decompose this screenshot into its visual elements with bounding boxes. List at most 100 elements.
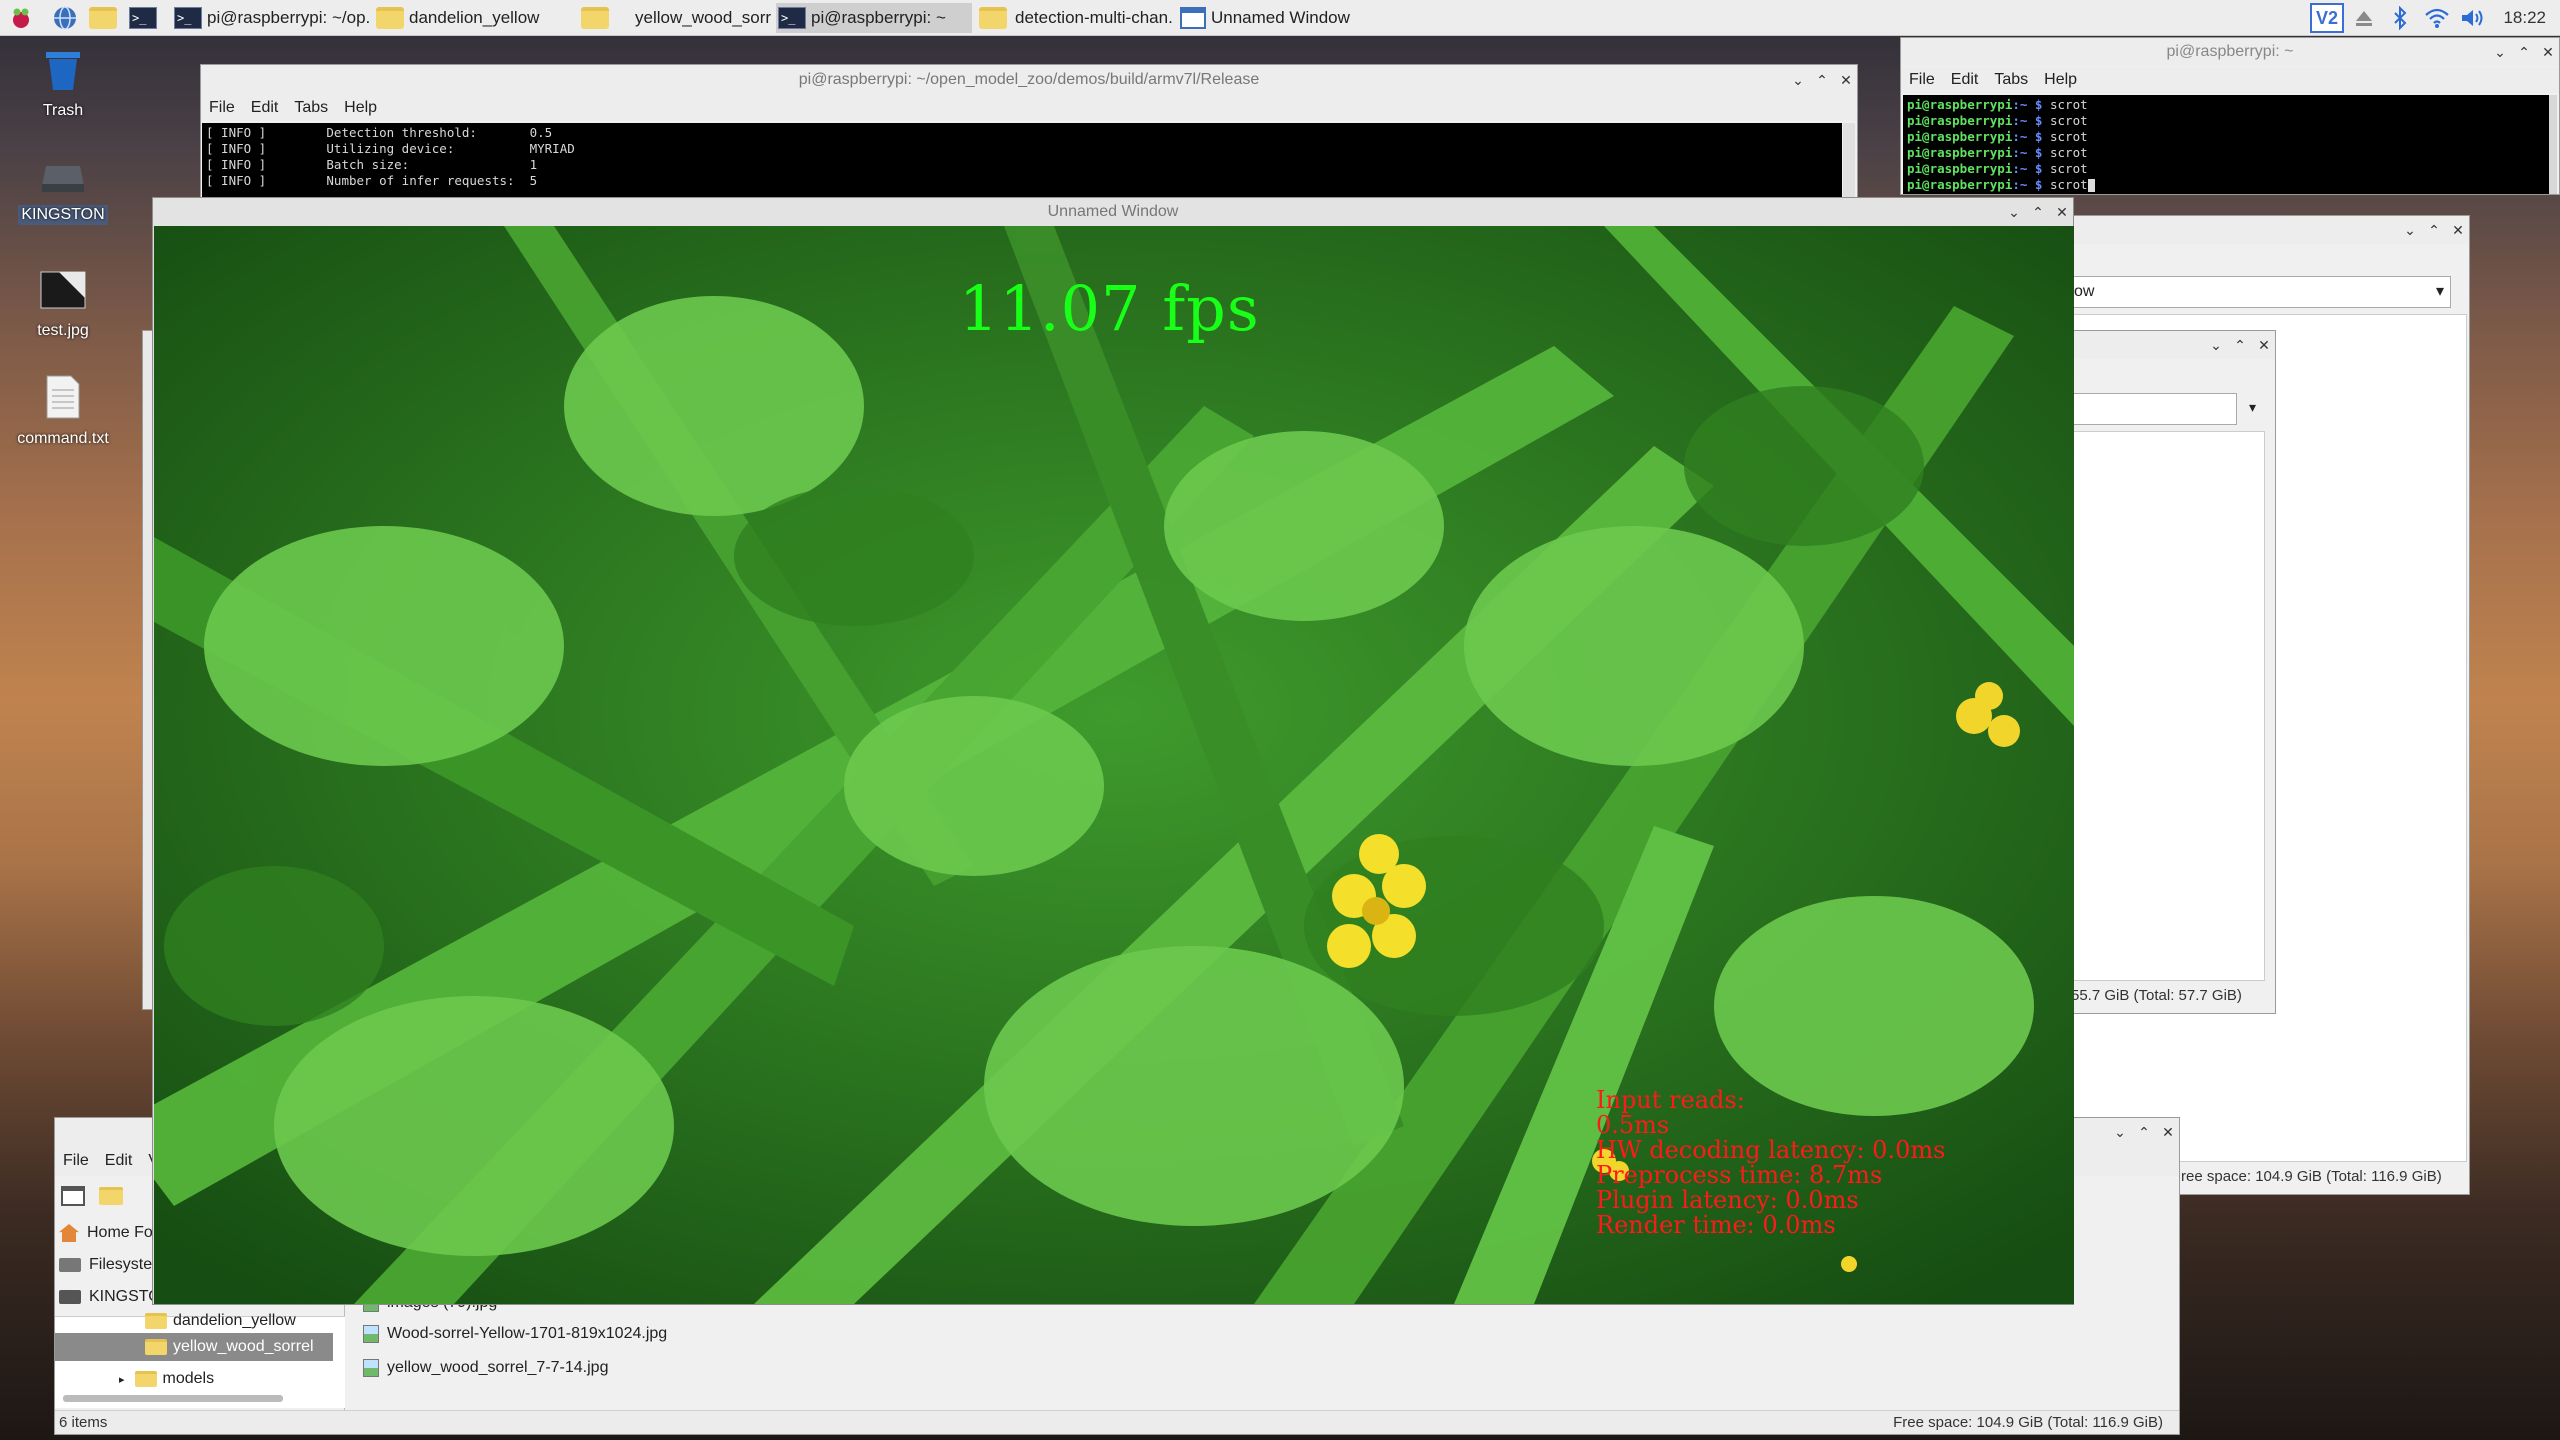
maximize-button[interactable]: ⌃ (2427, 216, 2441, 244)
sidebar-item-filesystem[interactable]: Filesyste (59, 1250, 152, 1280)
image-file-icon (40, 271, 86, 309)
minimize-button[interactable]: ⌄ (2493, 38, 2507, 66)
menu-tabs[interactable]: Tabs (1994, 71, 2028, 89)
tree-item-yellow-wood-sorrel[interactable]: yellow_wood_sorrel (145, 1333, 314, 1361)
menu-edit[interactable]: Edit (1951, 71, 1979, 89)
folder-tree[interactable]: dandelion_yellow yellow_wood_sorrel ▸ mod… (55, 1312, 345, 1408)
new-window-icon[interactable] (61, 1186, 85, 1206)
terminal-line: [ INFO ] Utilizing device: MYRIAD (206, 141, 575, 156)
window-titlebar[interactable]: pi@raspberrypi: ~/open_model_zoo/demos/b… (201, 65, 1857, 95)
menu-edit[interactable]: Edit (105, 1152, 133, 1170)
video-window[interactable]: Unnamed Window ⌄ ⌃ ✕ 11.07 fps Input rea… (152, 197, 2074, 1305)
window-titlebar[interactable]: ⌄ ⌃ ✕ (2031, 216, 2469, 244)
fps-counter: 11.07 fps (959, 272, 1260, 345)
minimize-button[interactable]: ⌄ (1791, 65, 1805, 95)
expand-arrow-icon[interactable]: ▸ (119, 1373, 125, 1386)
minimize-button[interactable]: ⌄ (2007, 198, 2021, 226)
metric-line: Preprocess time: 8.7ms (1596, 1161, 1883, 1189)
minimize-button[interactable]: ⌄ (2209, 331, 2223, 359)
desktop-icon-command-txt[interactable]: command.txt (8, 374, 118, 449)
terminal-line: pi@raspberrypi:~ $ scrot (1907, 177, 2547, 193)
terminal-line: pi@raspberrypi:~ $ scrot (1907, 97, 2088, 112)
video-frame: 11.07 fps Input reads: 0.5ms HW decoding… (154, 226, 2074, 1304)
terminal-line: pi@raspberrypi:~ $ scrot (1907, 145, 2088, 160)
wifi-icon[interactable] (2422, 3, 2452, 33)
performance-metrics: Input reads: 0.5ms HW decoding latency: … (1596, 1088, 1945, 1238)
maximize-button[interactable]: ⌃ (2517, 38, 2531, 66)
close-button[interactable]: ✕ (2055, 198, 2069, 226)
close-button[interactable]: ✕ (2257, 331, 2271, 359)
file-item-yellow-wood-sorrel[interactable]: yellow_wood_sorrel_7-7-14.jpg (363, 1352, 608, 1384)
sidebar-item-home[interactable]: Home Fo (59, 1218, 153, 1248)
menu-file[interactable]: File (63, 1152, 89, 1170)
window-titlebar[interactable]: Unnamed Window ⌄ ⌃ ✕ (153, 198, 2073, 226)
taskbar: >_ >_ pi@raspberrypi: ~/op... dandelion_… (0, 0, 2560, 36)
file-manager-icon[interactable] (88, 3, 118, 33)
task-dandelion-yellow[interactable]: dandelion_yellow (374, 3, 570, 33)
menu-tabs[interactable]: Tabs (294, 99, 328, 117)
scrollbar[interactable] (2549, 95, 2557, 194)
usb-drive-icon (59, 1290, 81, 1304)
close-button[interactable]: ✕ (1839, 65, 1853, 95)
task-terminal-home[interactable]: >_ pi@raspberrypi: ~ (776, 3, 972, 33)
image-file-icon (363, 1325, 379, 1343)
maximize-button[interactable]: ⌃ (2031, 198, 2045, 226)
chevron-down-icon[interactable]: ▾ (2436, 277, 2444, 307)
task-terminal-release[interactable]: >_ pi@raspberrypi: ~/op... (172, 3, 370, 33)
statusbar: 6 items Free space: 104.9 GiB (Total: 11… (55, 1410, 2179, 1434)
metric-line: 0.5ms (1596, 1111, 1670, 1139)
close-button[interactable]: ✕ (2541, 38, 2555, 66)
free-space-status: ree space: 104.9 GiB (Total: 116.9 GiB) (2181, 1168, 2442, 1185)
sidebar-item-kingston[interactable]: KINGSTO (59, 1282, 161, 1312)
tree-item-models[interactable]: ▸ models (119, 1365, 214, 1393)
close-button[interactable]: ✕ (2451, 216, 2465, 244)
new-folder-icon[interactable] (99, 1187, 123, 1205)
window-icon (1180, 7, 1206, 29)
trash-icon (46, 52, 80, 90)
terminal-cursor (2087, 179, 2095, 192)
free-space-status: 55.7 GiB (Total: 57.7 GiB) (2071, 987, 2242, 1004)
window-titlebar[interactable]: pi@raspberrypi: ~ ⌄ ⌃ ✕ (1901, 38, 2559, 66)
desktop-icon-test-jpg[interactable]: test.jpg (8, 268, 118, 341)
clock[interactable]: 18:22 (2503, 8, 2546, 28)
terminal-icon: >_ (174, 7, 202, 29)
image-file-icon (363, 1359, 379, 1377)
terminal-output[interactable]: pi@raspberrypi:~ $ scrot pi@raspberrypi:… (1903, 95, 2551, 194)
task-detection-multi-channel[interactable]: detection-multi-chan... (977, 3, 1173, 33)
menu-edit[interactable]: Edit (251, 99, 279, 117)
terminal-icon: >_ (778, 7, 806, 29)
toolbar (61, 1180, 129, 1212)
task-yellow-wood-sorrel[interactable]: yellow_wood_sorrel (575, 3, 771, 33)
home-icon (59, 1224, 79, 1242)
browser-icon[interactable] (50, 3, 80, 33)
desktop-icon-trash[interactable]: Trash (8, 46, 118, 121)
menu-help[interactable]: Help (2044, 71, 2077, 89)
bluetooth-icon[interactable] (2386, 3, 2414, 33)
file-item-wood-sorrel-yellow[interactable]: Wood-sorrel-Yellow-1701-819x1024.jpg (363, 1318, 667, 1350)
maximize-button[interactable]: ⌃ (1815, 65, 1829, 95)
terminal-line: [ INFO ] Detection threshold: 0.5 (206, 125, 553, 140)
terminal-line: [ INFO ] Number of infer requests: 5 (206, 173, 538, 188)
path-bar[interactable]: ow ▾ (2031, 276, 2451, 308)
maximize-button[interactable]: ⌃ (2233, 331, 2247, 359)
raspberry-menu-icon[interactable] (6, 3, 36, 33)
minimize-button[interactable]: ⌄ (2403, 216, 2417, 244)
metric-line: Render time: 0.0ms (1596, 1211, 1836, 1239)
volume-icon[interactable] (2458, 3, 2488, 33)
task-unnamed-window[interactable]: Unnamed Window (1178, 3, 1374, 33)
vnc-icon[interactable]: V2 (2310, 3, 2344, 33)
menu-help[interactable]: Help (344, 99, 377, 117)
horizontal-scrollbar[interactable] (63, 1395, 283, 1402)
terminal-launcher-icon[interactable]: >_ (128, 3, 158, 33)
metric-line: HW decoding latency: 0.0ms (1596, 1136, 1946, 1164)
drive-icon (59, 1258, 81, 1272)
terminal-window-release[interactable]: pi@raspberrypi: ~/open_model_zoo/demos/b… (200, 64, 1858, 214)
terminal-window-home[interactable]: pi@raspberrypi: ~ ⌄ ⌃ ✕ File Edit Tabs H… (1900, 37, 2560, 195)
desktop-icon-kingston[interactable]: KINGSTON (8, 156, 118, 225)
tree-item-dandelion-yellow[interactable]: dandelion_yellow (145, 1309, 296, 1333)
chevron-down-icon[interactable]: ▾ (2249, 399, 2256, 416)
eject-icon[interactable] (2350, 3, 2378, 33)
menu-file[interactable]: File (1909, 71, 1935, 89)
menu-file[interactable]: File (209, 99, 235, 117)
menubar: File Edit Tabs Help (1901, 67, 2559, 93)
